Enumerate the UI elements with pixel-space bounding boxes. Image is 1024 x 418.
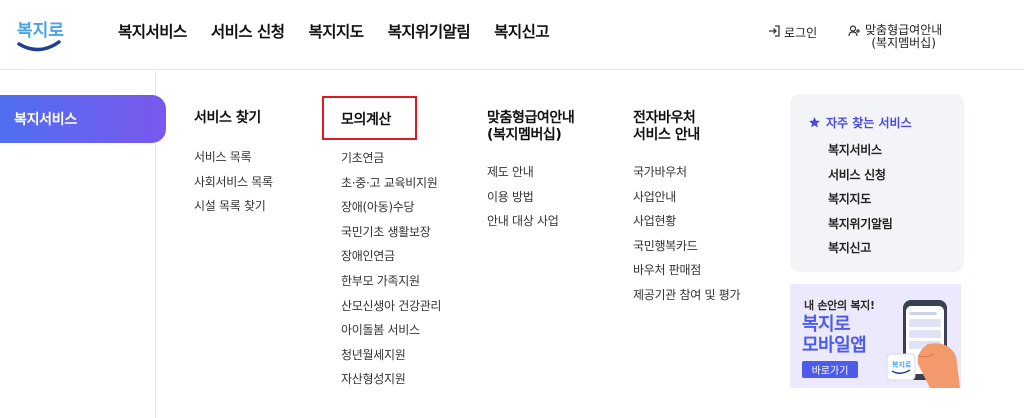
menu-col-service-find: 서비스 찾기 서비스 목록 사회서비스 목록 시설 목록 찾기 [194,110,273,219]
menu-item[interactable]: 국가바우처 [633,160,740,185]
menu-item[interactable]: 국민행복카드 [633,234,740,259]
user-add-icon [848,25,860,37]
menu-item[interactable]: 시설 목록 찾기 [194,194,273,219]
col-title-voucher[interactable]: 전자바우처 서비스 안내 [633,110,740,144]
favorite-item[interactable]: 복지서비스 [828,138,892,163]
col-title-mock-calc[interactable]: 모의계산 [341,110,441,129]
menu-item[interactable]: 산모신생아 건강관리 [341,294,441,319]
menu-item[interactable]: 안내 대상 사업 [487,209,574,234]
menu-item[interactable]: 청년월세지원 [341,343,441,368]
membership-label-line2: (복지멤버십) [871,36,936,50]
bokjiro-logo[interactable]: 복지로 [12,6,66,60]
mobile-app-banner[interactable]: 내 손안의 복지! 복지로 모바일앱 바로가기 복지로 [790,284,961,388]
col-title-line: (복지멤버십) [487,127,562,143]
menu-item[interactable]: 사회서비스 목록 [194,170,273,195]
menu-col-mock-calc: 모의계산 기초연금 초·중·고 교육비지원 장애(아동)수당 국민기초 생활보장… [341,110,441,392]
menu-item[interactable]: 이용 방법 [487,185,574,210]
side-menu-active-item[interactable]: 복지서비스 [0,95,166,143]
col-title-line: 맞춤형급여안내 [487,110,575,126]
menu-item[interactable]: 제공기관 참여 및 평가 [633,283,741,308]
menu-item[interactable]: 아이돌봄 서비스 [341,318,441,343]
col-title-line: 서비스 안내 [633,127,700,143]
menu-item[interactable]: 자산형성지원 [341,367,441,392]
menu-item[interactable]: 사업안내 [633,185,740,210]
favorite-item[interactable]: 복지신고 [828,236,892,261]
menu-item[interactable]: 기초연금 [341,146,441,171]
favorite-item[interactable]: 서비스 신청 [828,163,892,188]
menu-item[interactable]: 장애(아동)수당 [341,195,441,220]
menu-item[interactable]: 한부모 가족지원 [341,269,441,294]
gnb-welfare-report[interactable]: 복지신고 [494,20,550,42]
favorite-services-title: 자주 찾는 서비스 [808,114,912,131]
menu-item[interactable]: 바우처 판매점 [633,258,740,283]
menu-col-membership: 맞춤형급여안내 (복지멤버십) 제도 안내 이용 방법 안내 대상 사업 [487,110,575,234]
gnb-welfare-service[interactable]: 복지서비스 [118,20,187,42]
col-title-service-find[interactable]: 서비스 찾기 [194,110,273,127]
menu-item[interactable]: 사업현황 [633,209,740,234]
gnb-crisis-alert[interactable]: 복지위기알림 [388,20,471,42]
favorite-item[interactable]: 복지위기알림 [828,212,893,237]
favorite-item[interactable]: 복지지도 [828,187,892,212]
star-icon [809,117,820,128]
col-title-line: 전자바우처 [633,110,696,126]
svg-text:복지로: 복지로 [892,360,912,369]
gnb-service-apply[interactable]: 서비스 신청 [211,20,285,42]
menu-item[interactable]: 제도 안내 [487,160,574,185]
site-header: 복지로 복지서비스 서비스 신청 복지지도 복지위기알림 복지신고 로그인 맞춤… [0,0,1024,70]
menu-item[interactable]: 초·중·고 교육비지원 [341,171,441,196]
menu-item[interactable]: 서비스 목록 [194,145,273,170]
global-nav: 복지서비스 서비스 신청 복지지도 복지위기알림 복지신고 [118,20,573,42]
gnb-welfare-map[interactable]: 복지지도 [309,20,365,42]
login-link[interactable]: 로그인 [768,24,817,41]
menu-item[interactable]: 장애인연금 [341,244,441,269]
login-label: 로그인 [784,26,818,40]
svg-text:복지로: 복지로 [17,21,64,41]
phone-in-hand-illustration: 복지로 [886,300,960,388]
favorite-title-label: 자주 찾는 서비스 [826,116,912,130]
favorite-services-box: 자주 찾는 서비스 복지서비스 서비스 신청 복지지도 복지위기알림 복지신고 [790,94,964,272]
login-icon [769,25,780,37]
membership-link[interactable]: 맞춤형급여안내 (복지멤버십) [848,24,942,50]
menu-col-voucher: 전자바우처 서비스 안내 국가바우처 사업안내 사업현황 국민행복카드 바우처 … [633,110,741,308]
col-title-membership[interactable]: 맞춤형급여안내 (복지멤버십) [487,110,575,144]
menu-item[interactable]: 국민기초 생활보장 [341,220,441,245]
